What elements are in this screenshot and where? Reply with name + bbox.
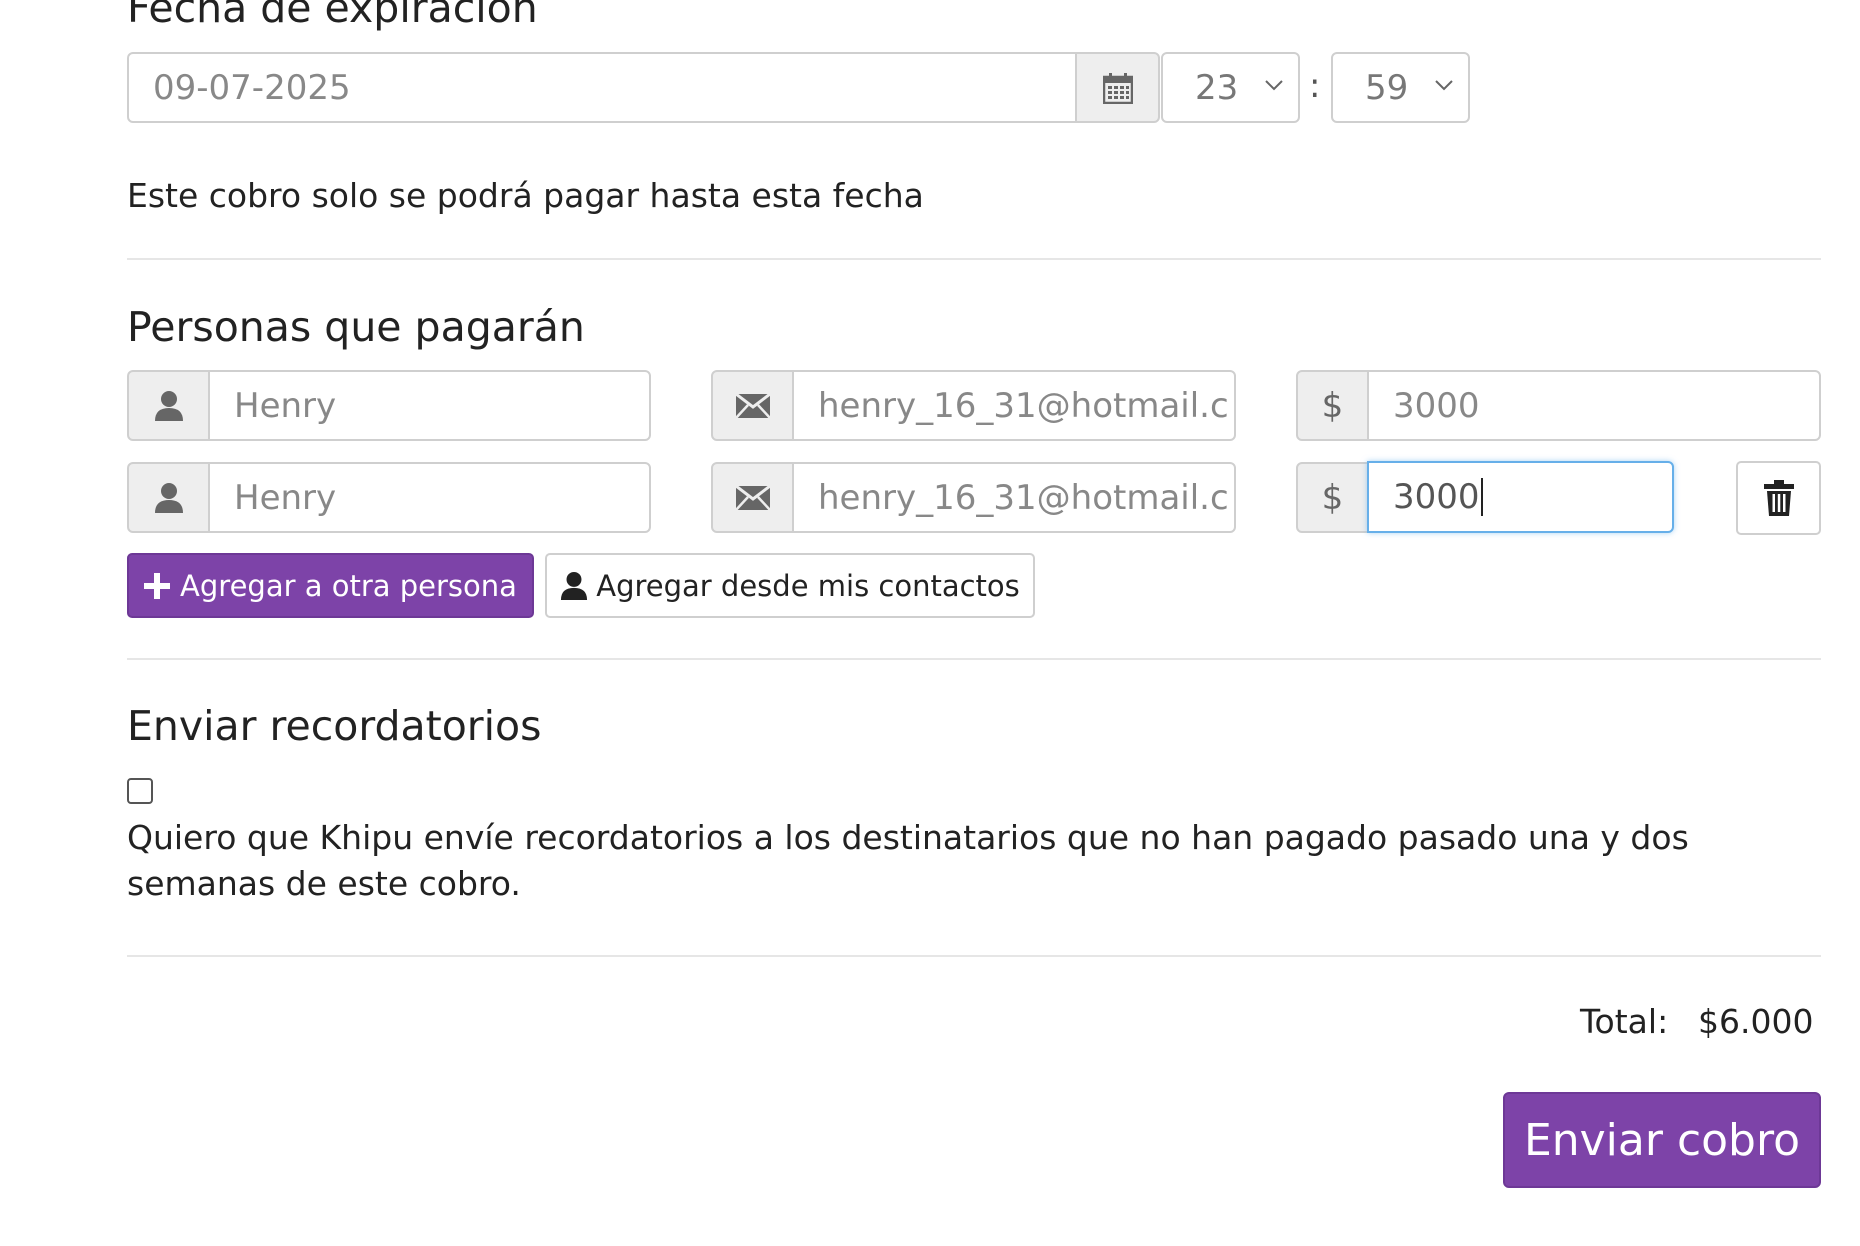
person-icon-addon <box>127 370 210 441</box>
payer-name-value: Henry <box>234 477 337 518</box>
total-label: Total: <box>1580 1002 1669 1041</box>
payer-name-input[interactable]: Henry <box>208 370 651 441</box>
expiration-help-text: Este cobro solo se podrá pagar hasta est… <box>127 176 924 215</box>
payer-email-value: henry_16_31@hotmail.c <box>818 385 1229 426</box>
dollar-sign: $ <box>1321 385 1344 426</box>
email-icon-addon <box>711 462 794 533</box>
person-icon-addon <box>127 462 210 533</box>
divider <box>127 658 1821 660</box>
expiration-date-input[interactable]: 09-07-2025 <box>127 52 1077 123</box>
currency-addon: $ <box>1296 462 1369 533</box>
reminders-description: Quiero que Khipu envíe recordatorios a l… <box>127 818 1689 904</box>
payer-email-input[interactable]: henry_16_31@hotmail.c <box>792 370 1236 441</box>
delete-row-button[interactable] <box>1736 461 1821 535</box>
chevron-down-icon <box>1265 79 1283 90</box>
user-icon <box>154 390 183 421</box>
dollar-sign: $ <box>1321 477 1344 518</box>
calendar-icon <box>1102 72 1133 104</box>
envelope-icon <box>735 393 770 418</box>
minute-select[interactable]: 59 <box>1331 52 1470 123</box>
time-separator: : <box>1309 66 1321 106</box>
divider <box>127 955 1821 957</box>
chevron-down-icon <box>1435 79 1453 90</box>
send-charge-label: Enviar cobro <box>1523 1114 1801 1166</box>
add-from-contacts-label: Agregar desde mis contactos <box>596 568 1020 603</box>
add-from-contacts-button[interactable]: Agregar desde mis contactos <box>545 553 1035 618</box>
text-caret <box>1480 478 1483 516</box>
send-charge-button[interactable]: Enviar cobro <box>1503 1092 1821 1188</box>
payer-amount-input[interactable]: 3000 <box>1367 461 1674 533</box>
hour-select[interactable]: 23 <box>1161 52 1300 123</box>
payer-email-input[interactable]: henry_16_31@hotmail.c <box>792 462 1236 533</box>
currency-addon: $ <box>1296 370 1369 441</box>
reminders-checkbox[interactable] <box>127 778 153 804</box>
trash-icon <box>1763 480 1794 516</box>
calendar-button[interactable] <box>1075 52 1160 123</box>
add-person-label: Agregar a otra persona <box>180 568 517 603</box>
expiration-date-value: 09-07-2025 <box>153 67 351 108</box>
user-icon <box>561 571 588 600</box>
payer-email-value: henry_16_31@hotmail.c <box>818 477 1229 518</box>
add-person-button[interactable]: Agregar a otra persona <box>127 553 534 618</box>
payment-request-form: Fecha de expiración 09-07-2025 23 : 59 E… <box>0 0 1860 1246</box>
user-icon <box>154 482 183 513</box>
reminders-heading: Enviar recordatorios <box>127 702 542 750</box>
envelope-icon <box>735 485 770 510</box>
plus-icon <box>144 572 171 599</box>
email-icon-addon <box>711 370 794 441</box>
hour-value: 23 <box>1195 67 1239 108</box>
payers-heading: Personas que pagarán <box>127 303 585 351</box>
payer-amount-value: 3000 <box>1393 385 1480 426</box>
total-value: $6.000 <box>1698 1002 1814 1041</box>
payer-name-input[interactable]: Henry <box>208 462 651 533</box>
payer-name-value: Henry <box>234 385 337 426</box>
payer-amount-value: 3000 <box>1393 477 1480 517</box>
divider <box>127 258 1821 260</box>
payer-amount-input[interactable]: 3000 <box>1367 370 1821 441</box>
expiration-heading: Fecha de expiración <box>127 0 538 32</box>
minute-value: 59 <box>1365 67 1409 108</box>
